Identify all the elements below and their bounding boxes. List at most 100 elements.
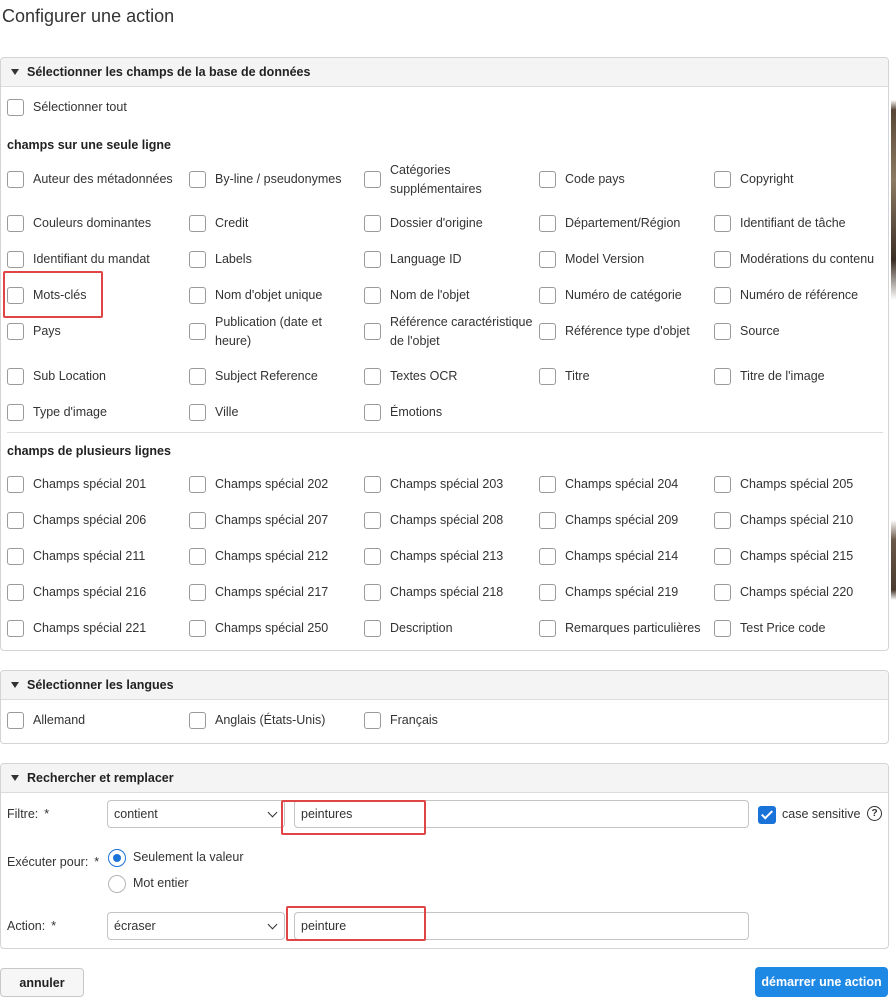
replace-panel-header[interactable]: Rechercher et remplacer [1, 764, 888, 793]
field-checkbox-textes-ocr[interactable]: Textes OCR [364, 368, 457, 386]
field-checkbox-champs-special-210[interactable]: Champs spécial 210 [714, 512, 853, 530]
filter-operator-select[interactable]: contient [107, 800, 285, 828]
checkbox-box[interactable] [714, 584, 731, 601]
checkbox-box[interactable] [189, 171, 206, 188]
checkbox-box[interactable] [7, 584, 24, 601]
field-checkbox-language-id[interactable]: Language ID [364, 251, 462, 269]
field-checkbox-description[interactable]: Description [364, 620, 453, 638]
field-checkbox-emotions[interactable]: Émotions [364, 404, 442, 422]
checkbox-box[interactable] [7, 476, 24, 493]
checkbox-box[interactable] [714, 323, 731, 340]
checkbox-box[interactable] [364, 251, 381, 268]
field-checkbox-test-price-code[interactable]: Test Price code [714, 620, 825, 638]
checkbox-box[interactable] [189, 584, 206, 601]
field-checkbox-champs-special-211[interactable]: Champs spécial 211 [7, 548, 145, 566]
checkbox-box[interactable] [189, 712, 206, 729]
field-checkbox-remarques-particulieres[interactable]: Remarques particulières [539, 620, 700, 638]
field-checkbox-champs-special-214[interactable]: Champs spécial 214 [539, 548, 678, 566]
field-checkbox-moderations-du-contenu[interactable]: Modérations du contenu [714, 251, 874, 269]
field-checkbox-champs-special-216[interactable]: Champs spécial 216 [7, 584, 146, 602]
field-checkbox-copyright[interactable]: Copyright [714, 171, 794, 189]
action-operator-select[interactable]: écraser [107, 912, 285, 940]
field-checkbox-champs-special-209[interactable]: Champs spécial 209 [539, 512, 678, 530]
checkbox-box[interactable] [7, 323, 24, 340]
field-checkbox-numero-de-categorie[interactable]: Numéro de catégorie [539, 287, 682, 305]
field-checkbox-couleurs-dominantes[interactable]: Couleurs dominantes [7, 215, 151, 233]
checkbox-box[interactable] [189, 323, 206, 340]
field-checkbox-subject-reference[interactable]: Subject Reference [189, 368, 318, 386]
checkbox-box[interactable] [364, 215, 381, 232]
field-checkbox-anglais-etats-unis[interactable]: Anglais (États-Unis) [189, 712, 325, 730]
field-checkbox-champs-special-212[interactable]: Champs spécial 212 [189, 548, 328, 566]
checkbox-box[interactable] [7, 171, 24, 188]
field-checkbox-champs-special-205[interactable]: Champs spécial 205 [714, 476, 853, 494]
checkbox-box[interactable] [714, 287, 731, 304]
checkbox-box[interactable] [539, 512, 556, 529]
checkbox-box[interactable] [364, 287, 381, 304]
checkbox-box[interactable] [714, 251, 731, 268]
checkbox-box[interactable] [189, 215, 206, 232]
languages-panel-header[interactable]: Sélectionner les langues [1, 671, 888, 700]
field-checkbox-champs-special-202[interactable]: Champs spécial 202 [189, 476, 328, 494]
checkbox-box[interactable] [539, 368, 556, 385]
radio-whole-word[interactable] [108, 875, 126, 893]
checkbox-box[interactable] [189, 251, 206, 268]
checkbox-box[interactable] [189, 620, 206, 637]
checkbox-box[interactable] [7, 620, 24, 637]
checkbox-box[interactable] [189, 287, 206, 304]
field-checkbox-champs-special-218[interactable]: Champs spécial 218 [364, 584, 503, 602]
field-checkbox-champs-special-221[interactable]: Champs spécial 221 [7, 620, 146, 638]
field-checkbox-titre-de-l-image[interactable]: Titre de l'image [714, 368, 825, 386]
checkbox-box[interactable] [539, 251, 556, 268]
field-checkbox-auteur-des-metadonnees[interactable]: Auteur des métadonnées [7, 171, 173, 189]
case-sensitive-checkbox[interactable] [758, 806, 776, 824]
field-checkbox-champs-special-207[interactable]: Champs spécial 207 [189, 512, 328, 530]
field-checkbox-numero-de-reference[interactable]: Numéro de référence [714, 287, 858, 305]
field-checkbox-labels[interactable]: Labels [189, 251, 252, 269]
checkbox-box[interactable] [7, 215, 24, 232]
checkbox-box[interactable] [364, 476, 381, 493]
checkbox-box[interactable] [7, 99, 24, 116]
field-checkbox-credit[interactable]: Credit [189, 215, 248, 233]
help-icon[interactable]: ? [867, 806, 882, 821]
field-checkbox-departement-region[interactable]: Département/Région [539, 215, 680, 233]
field-checkbox-champs-special-206[interactable]: Champs spécial 206 [7, 512, 146, 530]
checkbox-box[interactable] [364, 548, 381, 565]
field-checkbox-champs-special-215[interactable]: Champs spécial 215 [714, 548, 853, 566]
field-checkbox-code-pays[interactable]: Code pays [539, 171, 625, 189]
fields-panel-header[interactable]: Sélectionner les champs de la base de do… [1, 58, 888, 87]
checkbox-box[interactable] [7, 404, 24, 421]
field-checkbox-categories-supplementaires[interactable]: Catégories supplémentaires [364, 162, 538, 199]
checkbox-box[interactable] [714, 512, 731, 529]
checkbox-box[interactable] [7, 368, 24, 385]
checkbox-box[interactable] [714, 215, 731, 232]
field-checkbox-champs-special-208[interactable]: Champs spécial 208 [364, 512, 503, 530]
field-checkbox-reference-type-d-objet[interactable]: Référence type d'objet [539, 323, 690, 341]
checkbox-box[interactable] [364, 620, 381, 637]
checkbox-box[interactable] [7, 512, 24, 529]
field-checkbox-ville[interactable]: Ville [189, 404, 238, 422]
checkbox-box[interactable] [714, 476, 731, 493]
field-checkbox-nom-d-objet-unique[interactable]: Nom d'objet unique [189, 287, 322, 305]
field-checkbox-champs-special-250[interactable]: Champs spécial 250 [189, 620, 328, 638]
checkbox-box[interactable] [714, 171, 731, 188]
field-checkbox-publication-date-et-heure[interactable]: Publication (date et heure) [189, 314, 355, 351]
checkbox-box[interactable] [539, 584, 556, 601]
checkbox-box[interactable] [7, 548, 24, 565]
field-checkbox-champs-special-220[interactable]: Champs spécial 220 [714, 584, 853, 602]
checkbox-box[interactable] [539, 215, 556, 232]
field-checkbox-dossier-d-origine[interactable]: Dossier d'origine [364, 215, 483, 233]
checkbox-box[interactable] [714, 368, 731, 385]
checkbox-box[interactable] [539, 323, 556, 340]
checkbox-box[interactable] [539, 171, 556, 188]
field-checkbox-sub-location[interactable]: Sub Location [7, 368, 106, 386]
field-checkbox-pays[interactable]: Pays [7, 323, 61, 341]
field-checkbox-champs-special-201[interactable]: Champs spécial 201 [7, 476, 146, 494]
start-action-button[interactable]: démarrer une action [755, 967, 888, 997]
checkbox-box[interactable] [189, 368, 206, 385]
field-checkbox-model-version[interactable]: Model Version [539, 251, 644, 269]
checkbox-box[interactable] [364, 323, 381, 340]
select-all-checkbox[interactable]: Sélectionner tout [7, 99, 127, 117]
field-checkbox-nom-de-l-objet[interactable]: Nom de l'objet [364, 287, 470, 305]
field-checkbox-source[interactable]: Source [714, 323, 780, 341]
